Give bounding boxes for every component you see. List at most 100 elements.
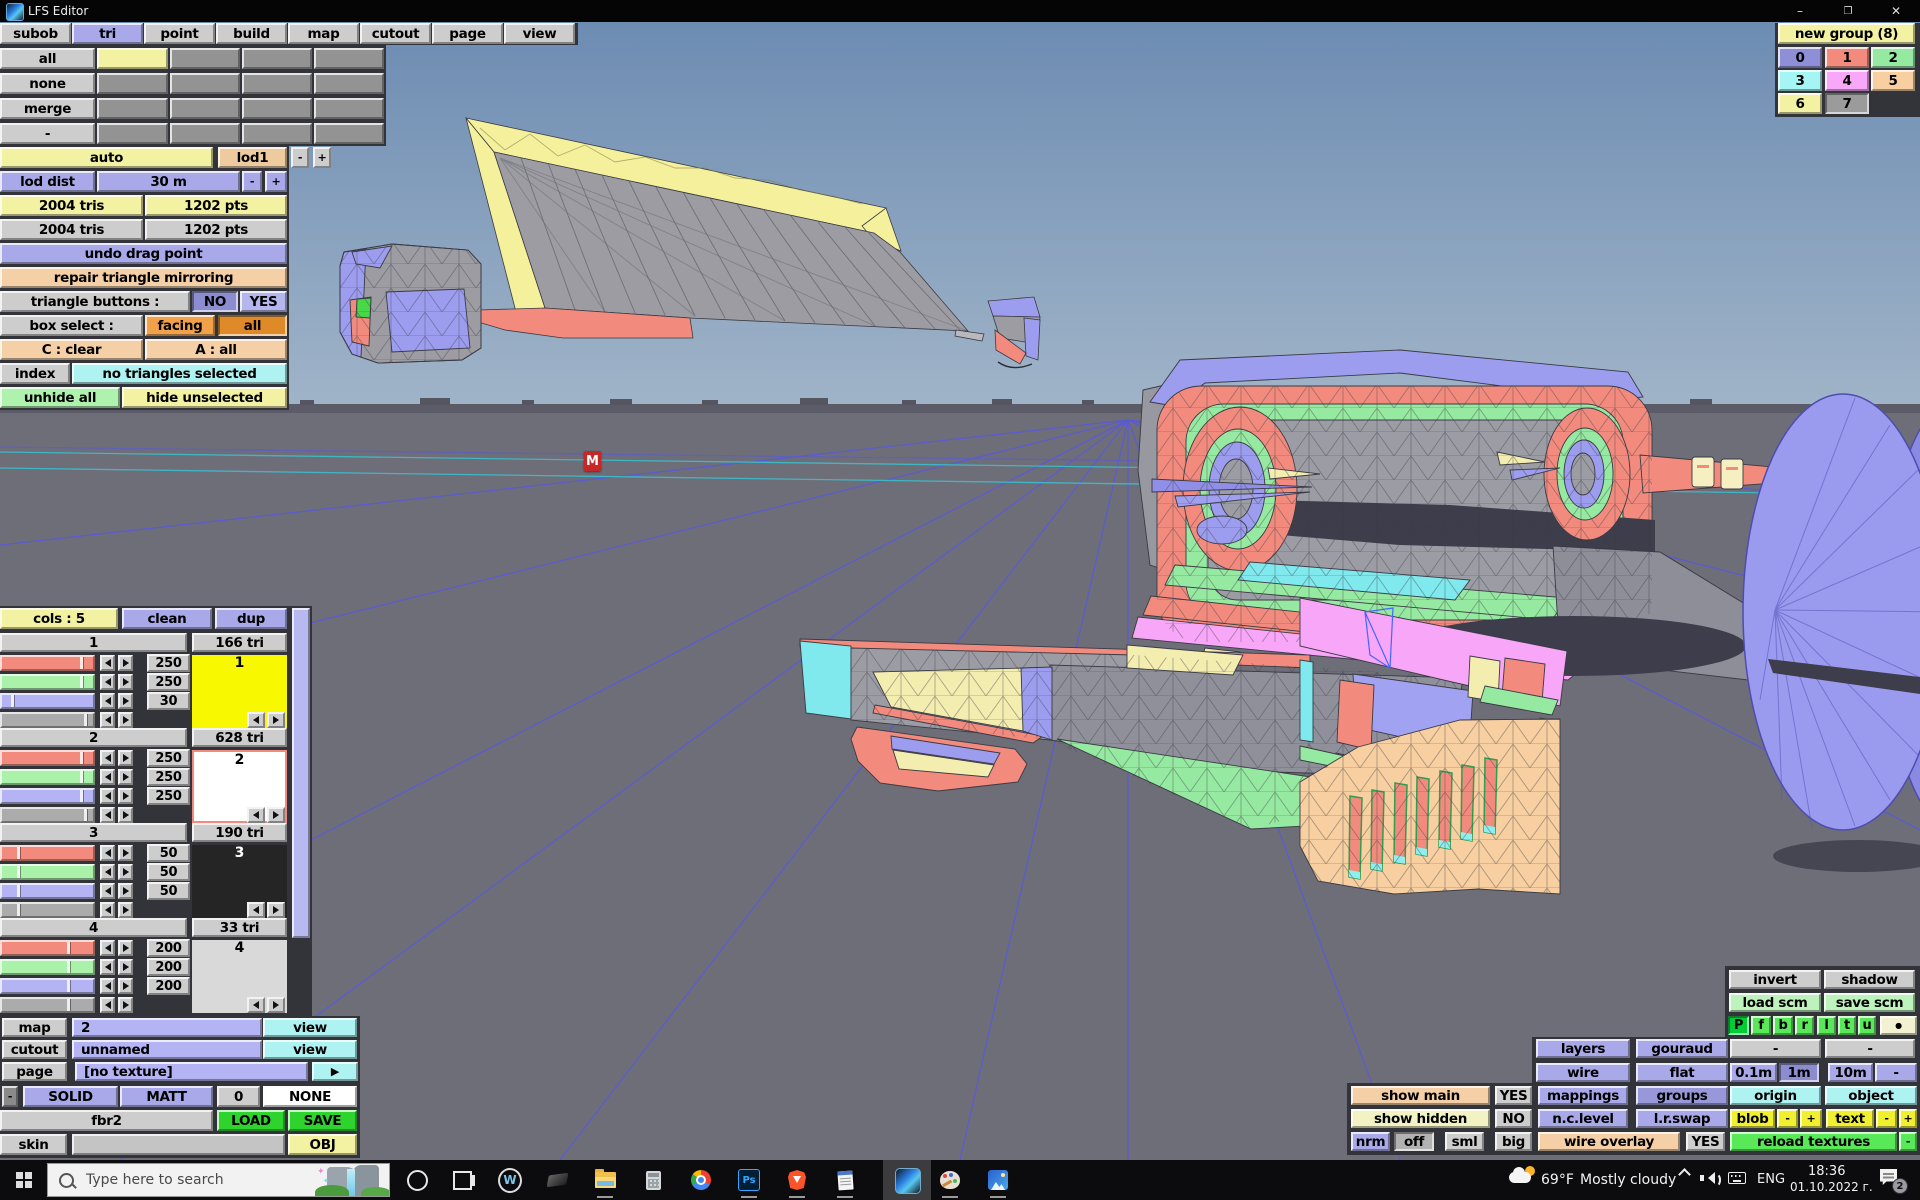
col-section-name[interactable]: 2 — [0, 728, 187, 747]
lod-dist-label[interactable]: lod dist — [0, 171, 95, 192]
map-value[interactable]: 2 — [72, 1018, 262, 1037]
file-explorer-icon[interactable] — [593, 1168, 617, 1192]
grid-1m-button[interactable]: 1m — [1779, 1063, 1819, 1082]
slider-green[interactable] — [0, 674, 95, 690]
paint-icon[interactable] — [938, 1168, 962, 1192]
group-button-3[interactable]: 3 — [1778, 70, 1822, 91]
arrow-left-icon[interactable] — [100, 940, 115, 956]
obj-button[interactable]: OBJ — [288, 1134, 357, 1155]
slider-red[interactable] — [0, 655, 95, 671]
grid-cell[interactable] — [242, 123, 312, 144]
tab-cutout[interactable]: cutout — [360, 23, 431, 44]
wire-overlay-toggle[interactable]: YES — [1686, 1132, 1725, 1151]
group-button-5[interactable]: 5 — [1871, 70, 1915, 91]
gouraud-button[interactable]: gouraud — [1636, 1039, 1728, 1058]
grid-cell[interactable] — [314, 73, 384, 94]
slider-value[interactable]: 30 — [147, 692, 190, 710]
grid-01m-button[interactable]: 0.1m — [1730, 1063, 1777, 1082]
slider-value[interactable]: 50 — [147, 844, 190, 862]
grid-cell[interactable] — [170, 123, 240, 144]
c-clear-button[interactable]: C : clear — [0, 339, 143, 360]
brave-icon[interactable] — [785, 1168, 809, 1192]
calculator-icon[interactable] — [641, 1168, 665, 1192]
show-main-toggle[interactable]: YES — [1495, 1086, 1532, 1105]
close-button[interactable]: ✕ — [1881, 0, 1911, 22]
load-button[interactable]: LOAD — [217, 1110, 285, 1131]
lod1-button[interactable]: lod1 — [218, 147, 287, 168]
slider-blue[interactable] — [0, 788, 95, 804]
col-section-name[interactable]: 1 — [0, 633, 187, 652]
arrow-left-icon[interactable] — [100, 807, 115, 823]
arrow-right-icon[interactable] — [118, 769, 133, 785]
slider-blue[interactable] — [0, 978, 95, 994]
map-view-button[interactable]: view — [263, 1018, 357, 1037]
wedge-app-icon[interactable] — [545, 1168, 569, 1192]
mappings-button[interactable]: mappings — [1538, 1086, 1628, 1105]
arrow-right-icon[interactable] — [118, 807, 133, 823]
slider-value[interactable]: 250 — [147, 787, 190, 805]
arrow-left-icon[interactable] — [100, 978, 115, 994]
arrow-left-icon[interactable] — [100, 883, 115, 899]
flag-u-button[interactable]: u — [1858, 1016, 1876, 1035]
auto-button[interactable]: auto — [0, 147, 213, 168]
new-group-button[interactable]: new group (8) — [1778, 23, 1915, 44]
origin-button[interactable]: origin — [1730, 1086, 1821, 1105]
arrow-right-icon[interactable] — [118, 750, 133, 766]
page-label[interactable]: page — [2, 1062, 67, 1081]
restore-button[interactable]: ❐ — [1833, 0, 1863, 22]
weather-cloud-icon[interactable] — [1509, 1168, 1535, 1184]
invert-button[interactable]: invert — [1729, 970, 1821, 989]
groups-button[interactable]: groups — [1636, 1086, 1728, 1105]
reload-textures-button[interactable]: reload textures — [1730, 1132, 1897, 1151]
unhide-all-button[interactable]: unhide all — [0, 387, 120, 408]
cols-header[interactable]: cols : 5 — [0, 608, 118, 629]
layers-dash-button[interactable]: - — [1730, 1039, 1821, 1058]
slider-value[interactable]: 200 — [147, 939, 190, 957]
search-box[interactable]: Type here to search ✦ ✦ — [47, 1163, 390, 1197]
none-button[interactable]: NONE — [263, 1086, 357, 1107]
page-next-button[interactable]: ▶ — [312, 1062, 358, 1081]
matt-button[interactable]: MATT — [120, 1086, 213, 1107]
slider-value[interactable]: 50 — [147, 882, 190, 900]
slider-red[interactable] — [0, 750, 95, 766]
taskbar-temperature[interactable]: 69°F — [1541, 1172, 1574, 1188]
lod-minus-button[interactable]: - — [291, 147, 309, 168]
tab-tri[interactable]: tri — [72, 23, 143, 44]
col-section-name[interactable]: 4 — [0, 918, 187, 937]
notepad-icon[interactable] — [833, 1168, 857, 1192]
arrow-left-icon[interactable] — [100, 769, 115, 785]
nrm-button[interactable]: nrm — [1351, 1132, 1390, 1151]
arrow-right-icon[interactable] — [118, 864, 133, 880]
save-button[interactable]: SAVE — [288, 1110, 357, 1131]
flat-button[interactable]: flat — [1636, 1063, 1728, 1082]
arrow-left-icon[interactable] — [247, 902, 265, 918]
tab-view[interactable]: view — [504, 23, 575, 44]
slider-value[interactable]: 200 — [147, 958, 190, 976]
slider-blue[interactable] — [0, 693, 95, 709]
arrow-right-icon[interactable] — [118, 978, 133, 994]
dot-button[interactable]: ● — [1880, 1016, 1917, 1035]
grid-cell[interactable] — [97, 73, 168, 94]
zero-button[interactable]: 0 — [217, 1086, 260, 1107]
grid-cell[interactable] — [170, 73, 240, 94]
grid-row-merge[interactable]: merge — [0, 98, 95, 119]
marker-m[interactable]: M — [584, 451, 601, 471]
save-scm-button[interactable]: save scm — [1824, 993, 1915, 1012]
flag-t-button[interactable]: t — [1838, 1016, 1856, 1035]
arrow-right-icon[interactable] — [267, 997, 285, 1013]
arrow-left-icon[interactable] — [100, 864, 115, 880]
group-button-2[interactable]: 2 — [1871, 47, 1915, 68]
cortana-icon[interactable] — [405, 1168, 429, 1192]
lod-dist-plus-button[interactable]: + — [265, 171, 287, 192]
flag-P-button[interactable]: P — [1728, 1016, 1749, 1035]
cutout-label[interactable]: cutout — [2, 1040, 67, 1059]
arrow-right-icon[interactable] — [118, 712, 133, 728]
blob-minus-button[interactable]: - — [1777, 1109, 1798, 1128]
grid-10m-button[interactable]: 10m — [1828, 1063, 1873, 1082]
slider-alpha[interactable] — [0, 997, 95, 1013]
arrow-left-icon[interactable] — [100, 712, 115, 728]
grid-row-none[interactable]: none — [0, 73, 95, 94]
lod-dist-value[interactable]: 30 m — [97, 171, 240, 192]
dup-button[interactable]: dup — [215, 608, 287, 629]
slider-value[interactable]: 250 — [147, 654, 190, 672]
